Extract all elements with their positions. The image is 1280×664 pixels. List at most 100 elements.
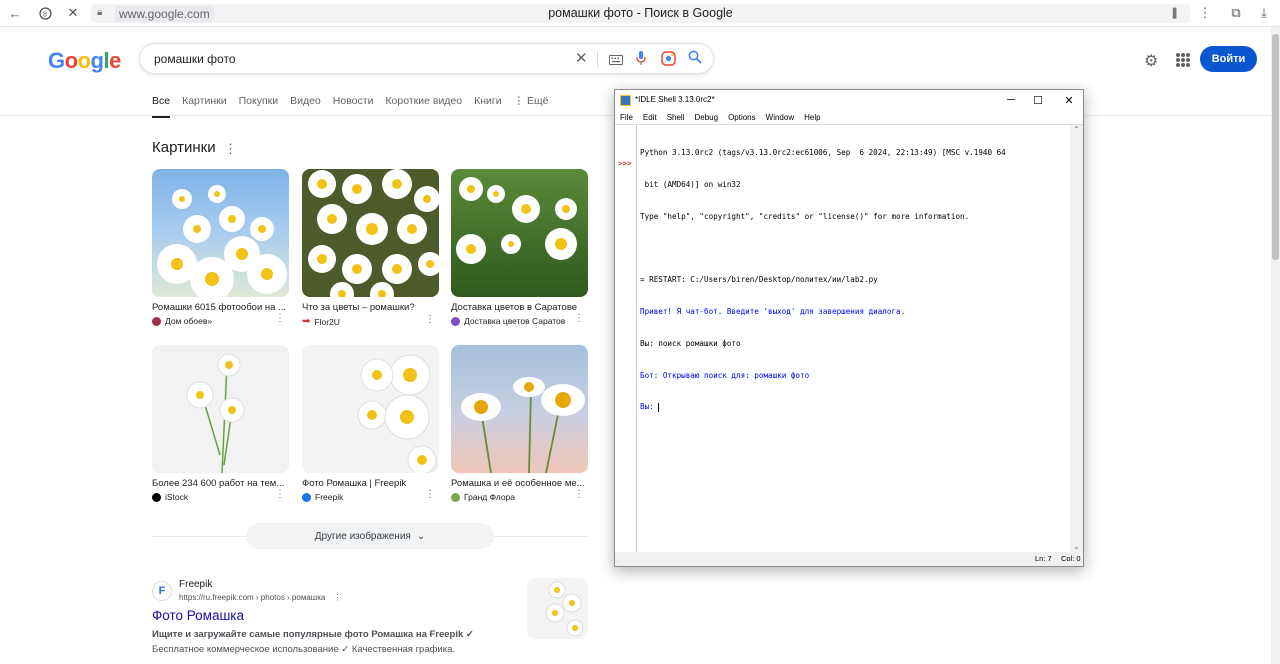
extensions-icon[interactable]: ⧉ [1227,4,1245,22]
image-source[interactable]: Гранд Флора [451,492,588,502]
menu-help[interactable]: Help [799,111,825,124]
image-caption[interactable]: Ромашка и её особенное ме... [451,478,586,489]
result-site[interactable]: Freepik [179,579,212,590]
page-scroll-thumb[interactable] [1272,34,1279,260]
output-line: = RESTART: C:/Users/biren/Desktop/полите… [640,275,878,285]
image-card[interactable]: Доставка цветов в Саратове Доставка цвет… [451,169,588,326]
google-logo[interactable]: Google [48,48,121,74]
image-card[interactable]: Ромашки 6015 фотообои на ... Дом обоев» … [152,169,289,326]
browser-toolbar: ← 8 ✕ 🔒︎ www.google.com ромашки фото - П… [0,0,1280,27]
more-icon[interactable]: ⋮ [574,313,584,324]
apps-grid-icon[interactable] [1176,53,1190,67]
result-url[interactable]: https://ru.freepik.com › photos › ромашк… [179,593,342,602]
microphone-icon[interactable] [636,50,646,69]
more-icon[interactable]: ⋮ [425,314,435,325]
text-cursor [658,402,660,412]
daisy-image[interactable] [302,169,439,297]
shield-icon[interactable]: 8 [36,4,54,22]
more-icon[interactable]: ⋮ [574,489,584,500]
menu-options[interactable]: Options [723,111,761,124]
favicon [152,316,161,326]
window-titlebar[interactable]: *IDLE Shell 3.13.0rc2* ─ ☐ ✕ [615,90,1083,111]
image-card[interactable]: Ромашка и её особенное ме... Гранд Флора… [451,345,588,502]
image-card[interactable]: Более 234 600 работ на тем... iStock ⋮ [152,345,289,502]
daisy-image[interactable] [302,345,439,473]
image-source[interactable]: iStock [152,492,289,502]
back-icon[interactable]: ← [6,4,24,22]
line-number: Ln: 7 [1035,554,1052,563]
search-input[interactable]: ромашки фото [154,52,236,66]
more-images-button[interactable]: Другие изображения ⌄ [246,523,494,549]
image-source[interactable]: Дом обоев» [152,316,289,326]
shell-scrollbar[interactable]: ⌃ ⌄ [1070,125,1083,553]
maximize-button[interactable]: ☐ [1024,92,1052,108]
search-box[interactable]: ромашки фото ✕ [139,43,714,74]
image-caption[interactable]: Доставка цветов в Саратове [451,302,586,313]
image-caption[interactable]: Более 234 600 работ на тем... [152,478,287,489]
status-bar: Ln: 7 Col: 0 [615,552,1083,566]
output-line: bit (AMD64)] on win32 [640,179,741,189]
divider [597,51,598,68]
keyboard-icon[interactable] [609,52,623,68]
favicon [302,492,311,502]
image-caption[interactable]: Фото Ромашка | Freepik [302,478,437,489]
shell-output[interactable]: Python 3.13.0rc2 (tags/v3.13.0rc2:ec6100… [640,127,1068,434]
bookmark-icon[interactable]: ❚ [1170,6,1179,19]
image-source[interactable]: ➡ Flor2U [302,316,439,327]
menu-file[interactable]: File [615,111,638,124]
menu-window[interactable]: Window [761,111,799,124]
favicon [451,316,460,326]
lens-icon[interactable] [661,51,676,69]
more-icon[interactable]: ⋮ [275,489,285,500]
close-icon[interactable]: ✕ [64,4,82,22]
menu-icon[interactable]: ⋮ [1196,4,1214,22]
prompt-gutter: >>> [615,125,637,553]
image-card[interactable]: Что за цветы – ромашки? ➡ Flor2U ⋮ [302,169,439,327]
download-icon[interactable]: ⤓ [1255,4,1273,22]
minimize-button[interactable]: ─ [997,92,1025,108]
output-line: Привет! Я чат-бот. Введите 'выход' для з… [640,307,906,317]
image-source[interactable]: Freepik [302,492,439,502]
search-icon[interactable] [688,50,702,67]
column-number: Col: 0 [1061,554,1081,563]
favicon [451,492,460,502]
input-line[interactable]: Вы: [640,402,1068,413]
output-line: Бот: Открываю поиск для: ромашки фото [640,370,810,380]
image-card[interactable]: Фото Ромашка | Freepik Freepik ⋮ [302,345,439,502]
idle-shell-window: *IDLE Shell 3.13.0rc2* ─ ☐ ✕ File Edit S… [614,89,1084,567]
favicon [152,492,161,502]
result-thumbnail[interactable] [527,578,588,639]
signin-button[interactable]: Войти [1200,46,1257,72]
scroll-up-icon[interactable]: ⌃ [1073,125,1080,134]
more-icon[interactable]: ⋮ [275,313,285,324]
menu-shell[interactable]: Shell [662,111,690,124]
result-snippet: Ищите и загружайте самые популярные фото… [152,629,474,640]
daisy-image[interactable] [451,345,588,473]
gear-icon[interactable]: ⚙ [1144,51,1158,71]
close-button[interactable]: ✕ [1055,92,1083,108]
freepik-icon[interactable]: F [152,581,172,601]
image-caption[interactable]: Ромашки 6015 фотообои на ... [152,302,287,313]
daisy-image[interactable] [451,169,588,297]
more-icon: ⋮ [333,593,342,602]
chevron-down-icon: ⌄ [416,530,426,542]
image-source[interactable]: Доставка цветов Саратов [451,316,588,326]
menu-edit[interactable]: Edit [638,111,662,124]
section-menu-icon[interactable]: ⋮ [224,141,237,157]
scroll-down-icon[interactable]: ⌄ [1073,542,1080,551]
image-caption[interactable]: Что за цветы – ромашки? [302,302,437,313]
menu-debug[interactable]: Debug [689,111,723,124]
window-title: *IDLE Shell 3.13.0rc2* [635,95,715,104]
more-icon[interactable]: ⋮ [425,489,435,500]
shell-prompt: >>> [618,159,632,168]
daisy-image[interactable] [152,345,289,473]
clear-icon[interactable]: ✕ [575,49,588,67]
images-section-title: Картинки [152,139,216,156]
result-title[interactable]: Фото Ромашка [152,608,244,623]
svg-text:8: 8 [43,11,47,18]
output-line: Type "help", "copyright", "credits" or "… [640,211,970,221]
shell-text-area[interactable]: >>> Python 3.13.0rc2 (tags/v3.13.0rc2:ec… [615,124,1083,553]
daisy-image[interactable] [152,169,289,297]
address-bar[interactable]: 🔒︎ www.google.com ромашки фото - Поиск в… [91,4,1190,23]
output-line: Python 3.13.0rc2 (tags/v3.13.0rc2:ec6100… [640,148,1006,158]
